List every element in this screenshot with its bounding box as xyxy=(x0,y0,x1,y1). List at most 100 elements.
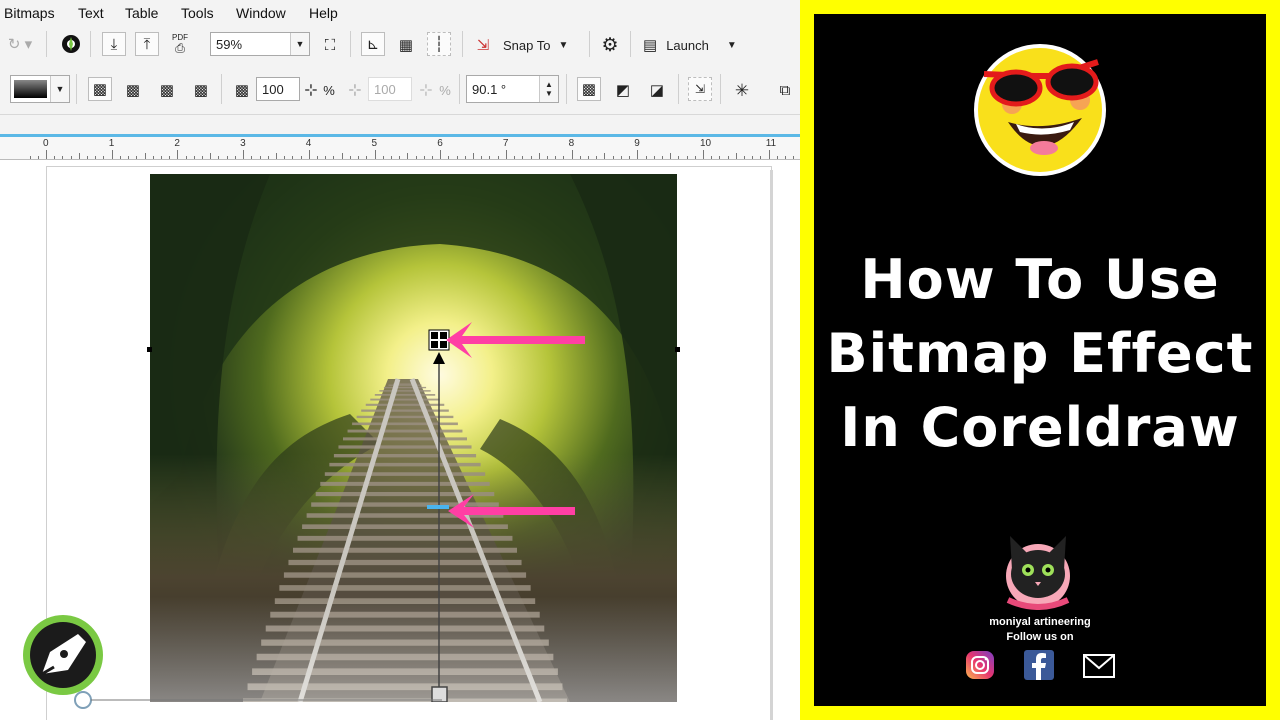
publish-pdf-button[interactable]: PDF ⎙ xyxy=(168,30,192,56)
cat-logo-icon xyxy=(1006,536,1070,610)
ruler-label: 8 xyxy=(568,138,575,149)
ruler-tick xyxy=(62,156,64,159)
fountain-fill-swatch xyxy=(14,80,47,98)
chevron-down-icon: ▼ xyxy=(726,39,737,51)
midpoint-unit: % xyxy=(439,82,451,98)
page-shadow xyxy=(770,170,773,720)
ruler-label: 7 xyxy=(502,138,509,149)
ruler-tick xyxy=(226,156,228,159)
ruler-tick xyxy=(670,153,672,159)
rectangular-fountain-button[interactable]: ▩ xyxy=(189,77,213,103)
menu-tools[interactable]: Tools xyxy=(181,5,214,21)
node-transparency-icon-button: ▩ xyxy=(230,77,254,103)
checker-elliptical-icon: ▩ xyxy=(125,81,141,99)
midpoint-value: 100 xyxy=(374,81,396,97)
ruler-tick xyxy=(686,156,688,159)
ruler-label: 4 xyxy=(305,138,312,149)
ruler-tick xyxy=(579,156,581,159)
ruler-tick xyxy=(694,156,696,159)
show-rulers-button[interactable]: ⊾ xyxy=(361,32,385,56)
menu-help[interactable]: Help xyxy=(309,5,338,21)
ruler-tick xyxy=(530,156,532,159)
flip-fill-button[interactable]: ▩ xyxy=(577,77,601,101)
node-transparency-input[interactable]: 100 xyxy=(256,77,300,101)
transparency-slider-icon[interactable]: ⊹ xyxy=(302,77,320,103)
ruler-tick xyxy=(431,156,433,159)
redo-button[interactable]: ↻ ▾ xyxy=(0,31,40,57)
ruler-tick xyxy=(325,156,327,159)
ruler-tick xyxy=(489,156,491,159)
ruler-tick xyxy=(333,156,335,159)
show-grid-button[interactable]: ▦ xyxy=(394,32,418,58)
ruler-tick xyxy=(727,156,729,159)
full-screen-icon: ⛶ xyxy=(324,36,336,54)
ruler-tick xyxy=(407,153,409,159)
ruler-tick xyxy=(152,156,154,159)
ruler-tick xyxy=(735,153,737,159)
angle-input[interactable]: 90.1 ° ▲ ▼ xyxy=(466,75,559,103)
snap-to-dropdown[interactable]: Snap To ▼ xyxy=(503,32,583,58)
angle-spinner[interactable]: ▲ ▼ xyxy=(539,76,558,102)
fountain-fill-picker[interactable]: ▼ xyxy=(10,75,70,103)
ruler-tick xyxy=(349,156,351,159)
snap-off-button[interactable]: ⇲ xyxy=(470,32,496,58)
ruler-tick xyxy=(210,153,212,159)
title-line-2: Bitmap Effect xyxy=(826,322,1254,385)
ruler-tick xyxy=(538,153,540,159)
ruler-tick xyxy=(752,156,754,159)
menu-bitmaps[interactable]: Bitmaps xyxy=(4,5,55,21)
copy-transparency-button[interactable]: ⧉ xyxy=(773,77,797,103)
midpoint-slider-icon[interactable]: ⊹ xyxy=(414,77,438,103)
show-guidelines-button[interactable]: ┆ xyxy=(427,32,451,56)
ruler-tick xyxy=(54,156,56,159)
corel-connect-button[interactable] xyxy=(58,31,84,57)
ruler-tick xyxy=(78,153,80,159)
transparency-midpoint-slider[interactable] xyxy=(427,505,449,509)
launch-dropdown[interactable]: ▤ Launch ▼ xyxy=(643,32,753,58)
title-line-3: In Coreldraw xyxy=(840,396,1240,459)
publish-pdf-icon: ⎙ xyxy=(175,40,185,55)
ruler-tick xyxy=(522,156,524,159)
instagram-icon[interactable] xyxy=(965,650,995,680)
elliptical-fountain-button[interactable]: ▩ xyxy=(121,77,145,103)
options-button[interactable]: ⚙ xyxy=(597,32,623,58)
ruler-tick xyxy=(456,156,458,159)
ruler-tick xyxy=(645,156,647,159)
ruler-tick xyxy=(366,156,368,159)
linear-fountain-button[interactable]: ▩ xyxy=(88,77,112,101)
ruler-tick xyxy=(440,150,442,159)
ruler-tick xyxy=(29,156,31,159)
ruler-tick xyxy=(37,156,39,159)
export-button[interactable]: ⤒ xyxy=(135,32,159,56)
chevron-down-icon: ▼ xyxy=(558,39,569,51)
ruler-tick xyxy=(144,153,146,159)
facebook-icon[interactable] xyxy=(1024,650,1054,680)
railway-tunnel-bitmap[interactable] xyxy=(150,174,677,702)
free-scale-button[interactable]: ⇲ xyxy=(688,77,712,101)
selection-handle[interactable] xyxy=(675,347,680,352)
menu-text[interactable]: Text xyxy=(78,5,104,21)
settings-icon: ⚙ xyxy=(601,34,619,56)
ruler-tick xyxy=(776,156,778,159)
checker-rectangular-icon: ▩ xyxy=(193,81,209,99)
ruler-tick xyxy=(341,153,343,159)
flip-fill-icon: ▩ xyxy=(581,80,597,98)
menu-window[interactable]: Window xyxy=(236,5,286,21)
conical-fountain-button[interactable]: ▩ xyxy=(155,77,179,103)
full-screen-button[interactable]: ⛶ xyxy=(318,32,342,58)
midpoint-input[interactable]: 100 xyxy=(368,77,412,101)
mail-icon[interactable] xyxy=(1083,654,1115,678)
ruler-tick xyxy=(218,156,220,159)
freeze-button[interactable]: ✳ xyxy=(730,77,754,103)
zoom-level-combo[interactable]: 59% ▼ xyxy=(210,32,310,56)
import-button[interactable]: ⤓ xyxy=(102,32,126,56)
repeat-mirror-button[interactable]: ◩ xyxy=(611,77,635,103)
ruler-tick xyxy=(234,156,236,159)
selection-handle[interactable] xyxy=(147,347,152,352)
reverse-button[interactable]: ◪ xyxy=(645,77,669,103)
angle-value: 90.1 ° xyxy=(472,81,507,97)
menu-table[interactable]: Table xyxy=(125,5,158,21)
ruler-tick xyxy=(415,156,417,159)
horizontal-ruler[interactable]: 0 1 2 3 4 5 6 7 8 9 10 11 xyxy=(0,137,800,160)
ruler-tick xyxy=(185,156,187,159)
